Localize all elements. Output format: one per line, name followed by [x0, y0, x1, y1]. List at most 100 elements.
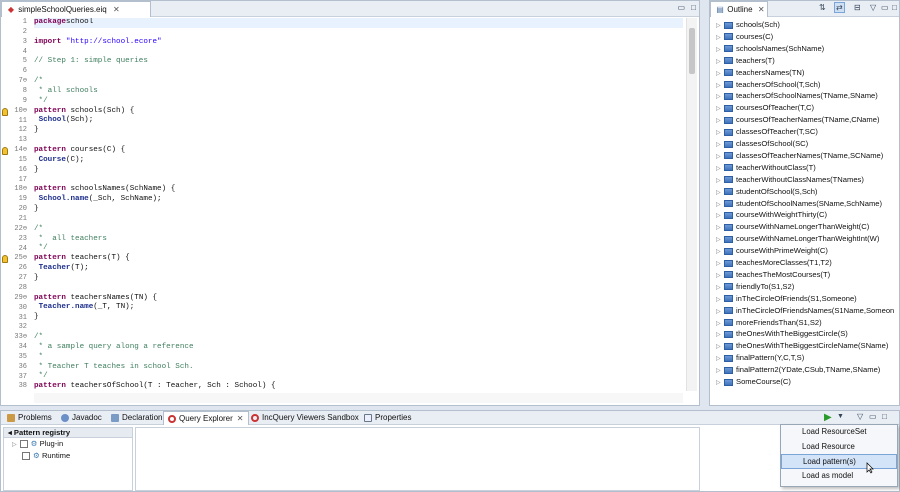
code-line[interactable]: * — [34, 353, 683, 363]
code-line[interactable]: * all schools — [34, 87, 683, 97]
expand-icon[interactable]: ▷ — [716, 377, 724, 389]
maximize-icon[interactable]: □ — [882, 412, 887, 421]
code-line[interactable]: } — [34, 205, 683, 215]
code-line[interactable]: * Teacher T teaches in school Sch. — [34, 363, 683, 373]
code-line[interactable]: } — [34, 166, 683, 176]
close-icon[interactable]: ✕ — [237, 414, 244, 423]
code-line[interactable] — [34, 136, 683, 146]
outline-item[interactable]: ▷ coursesOfTeacherNames(TName,CName) — [716, 114, 879, 126]
outline-item[interactable]: ▷ teachersOfSchoolNames(TName,SName) — [716, 90, 878, 102]
code-line[interactable] — [34, 67, 683, 77]
code-line[interactable]: * a sample query along a reference — [34, 343, 683, 353]
horizontal-scrollbar[interactable] — [34, 393, 683, 403]
outline-item[interactable]: ▷ teachers(T) — [716, 55, 775, 67]
minimize-icon[interactable]: ▭ — [677, 3, 685, 12]
outline-item[interactable]: ▷ inTheCircleOfFriends(S1,Someone) — [716, 293, 857, 305]
code-line[interactable]: } — [34, 274, 683, 284]
outline-item[interactable]: ▷ schoolsNames(SchName) — [716, 43, 824, 55]
code-line[interactable]: pattern schools(Sch) { — [34, 107, 683, 117]
code-line[interactable]: /* — [34, 77, 683, 87]
code-line[interactable] — [34, 215, 683, 225]
registry-item-runtime[interactable]: ⚙ Runtime — [4, 450, 132, 462]
outline-item[interactable]: ▷ theOnesWithTheBiggestCircle(S) — [716, 328, 848, 340]
outline-item[interactable]: ▷ moreFriendsThan(S1,S2) — [716, 317, 822, 329]
scrollbar-thumb[interactable] — [689, 28, 695, 74]
outline-item[interactable]: ▷ teachersNames(TN) — [716, 67, 804, 79]
code-line[interactable]: */ — [34, 372, 683, 382]
outline-item[interactable]: ▷ studentOfSchool(S,Sch) — [716, 186, 817, 198]
registry-item-plugin[interactable]: ▷ ⚙ Plug-in — [4, 438, 132, 450]
checkbox[interactable] — [19, 440, 28, 448]
code-line[interactable]: import "http://school.ecore" — [34, 38, 683, 48]
outline-item[interactable]: ▷ studentOfSchoolNames(SName,SchName) — [716, 198, 882, 210]
maximize-icon[interactable]: □ — [892, 3, 897, 12]
outline-item[interactable]: ▷ courses(C) — [716, 31, 773, 43]
outline-item[interactable]: ▷ classesOfSchool(SC) — [716, 138, 808, 150]
outline-item[interactable]: ▷ schools(Sch) — [716, 19, 780, 31]
outline-item[interactable]: ▷ courseWithNameLongerThanWeightInt(W) — [716, 233, 879, 245]
code-line[interactable]: Teacher.name(_T, TN); — [34, 303, 683, 313]
minimize-icon[interactable]: ▭ — [881, 3, 889, 12]
vertical-scrollbar[interactable] — [686, 18, 697, 391]
menu-item-load-resource[interactable]: Load Resource — [781, 440, 897, 455]
code-line[interactable] — [34, 284, 683, 294]
view-menu-icon[interactable]: ▽ — [870, 3, 876, 12]
code-line[interactable]: pattern teachersOfSchool(T : Teacher, Sc… — [34, 382, 683, 391]
code-line[interactable]: */ — [34, 244, 683, 254]
code-line[interactable]: pattern schoolsNames(SchName) { — [34, 185, 683, 195]
dropdown-arrow-icon[interactable]: ▼ — [837, 413, 844, 420]
sort-icon[interactable]: ⇅ — [819, 3, 826, 12]
code-line[interactable]: pattern courses(C) { — [34, 146, 683, 156]
outline-item[interactable]: ▷ finalPattern(Y,C,T,S) — [716, 352, 804, 364]
code-line[interactable]: School(Sch); — [34, 116, 683, 126]
code-line[interactable]: Course(C); — [34, 156, 683, 166]
outline-item[interactable]: ▷ teacherWithoutClass(T) — [716, 162, 816, 174]
close-icon[interactable]: ✕ — [758, 5, 765, 14]
code-line[interactable] — [34, 28, 683, 38]
code-line[interactable]: /* — [34, 333, 683, 343]
link-with-editor-icon[interactable]: ⇄ — [834, 2, 845, 13]
run-icon[interactable]: ▶ — [824, 412, 832, 423]
tab-properties[interactable]: Properties — [360, 411, 415, 425]
tab-javadoc[interactable]: Javadoc — [57, 411, 106, 425]
code-line[interactable] — [34, 48, 683, 58]
outline-item[interactable]: ▷ courseWithNameLongerThanWeight(C) — [716, 221, 869, 233]
code-line[interactable]: packageschool — [34, 18, 683, 28]
outline-item[interactable]: ▷ coursesOfTeacher(T,C) — [716, 102, 814, 114]
code-line[interactable] — [34, 176, 683, 186]
lightbulb-marker-icon[interactable] — [2, 255, 8, 264]
maximize-icon[interactable]: □ — [691, 3, 696, 12]
code-line[interactable]: Teacher(T); — [34, 264, 683, 274]
close-icon[interactable]: ✕ — [113, 5, 120, 14]
outline-item[interactable]: ▷ friendlyTo(S1,S2) — [716, 281, 794, 293]
outline-item[interactable]: ▷ teachersOfSchool(T,Sch) — [716, 79, 820, 91]
tab-query-explorer[interactable]: Query Explorer ✕ — [163, 411, 249, 425]
tab-problems[interactable]: Problems — [3, 411, 56, 425]
outline-item[interactable]: ▷ courseWithPrimeWeight(C) — [716, 245, 828, 257]
tab-declaration[interactable]: Declaration — [107, 411, 166, 425]
code-line[interactable]: pattern teachersNames(TN) { — [34, 294, 683, 304]
outline-item[interactable]: ▷ classesOfTeacherNames(TName,SCName) — [716, 150, 883, 162]
code-line[interactable]: /* — [34, 225, 683, 235]
outline-item[interactable]: ▷ finalPattern2(YDate,CSub,TName,SName) — [716, 364, 880, 376]
outline-item[interactable]: ▷ SomeCourse(C) — [716, 376, 791, 388]
menu-item-load-as-model[interactable]: Load as model — [781, 469, 897, 484]
outline-item[interactable]: ▷ inTheCircleOfFriendsNames(S1Name,Someon — [716, 305, 894, 317]
code-line[interactable]: */ — [34, 97, 683, 107]
code-line[interactable]: pattern teachers(T) { — [34, 254, 683, 264]
code-line[interactable] — [34, 323, 683, 333]
outline-item[interactable]: ▷ teachesTheMostCourses(T) — [716, 269, 830, 281]
code-line[interactable]: } — [34, 126, 683, 136]
code-line[interactable]: * all teachers — [34, 235, 683, 245]
outline-item[interactable]: ▷ courseWithWeightThirty(C) — [716, 209, 827, 221]
outline-item[interactable]: ▷ teacherWithoutClassNames(TNames) — [716, 174, 864, 186]
minimize-icon[interactable]: ▭ — [869, 412, 877, 421]
expand-icon[interactable]: ▷ — [12, 442, 17, 448]
view-menu-icon[interactable]: ▽ — [857, 412, 863, 421]
outline-item[interactable]: ▷ classesOfTeacher(T,SC) — [716, 126, 818, 138]
outline-item[interactable]: ▷ teachesMoreClasses(T1,T2) — [716, 257, 832, 269]
lightbulb-marker-icon[interactable] — [2, 147, 8, 156]
editor-tab[interactable]: ◆ simpleSchoolQueries.eiq ✕ — [1, 1, 151, 17]
menu-item-load-patterns[interactable]: Load pattern(s) — [781, 454, 897, 469]
outline-item[interactable]: ▷ theOnesWithTheBiggestCircleName(SName) — [716, 340, 888, 352]
